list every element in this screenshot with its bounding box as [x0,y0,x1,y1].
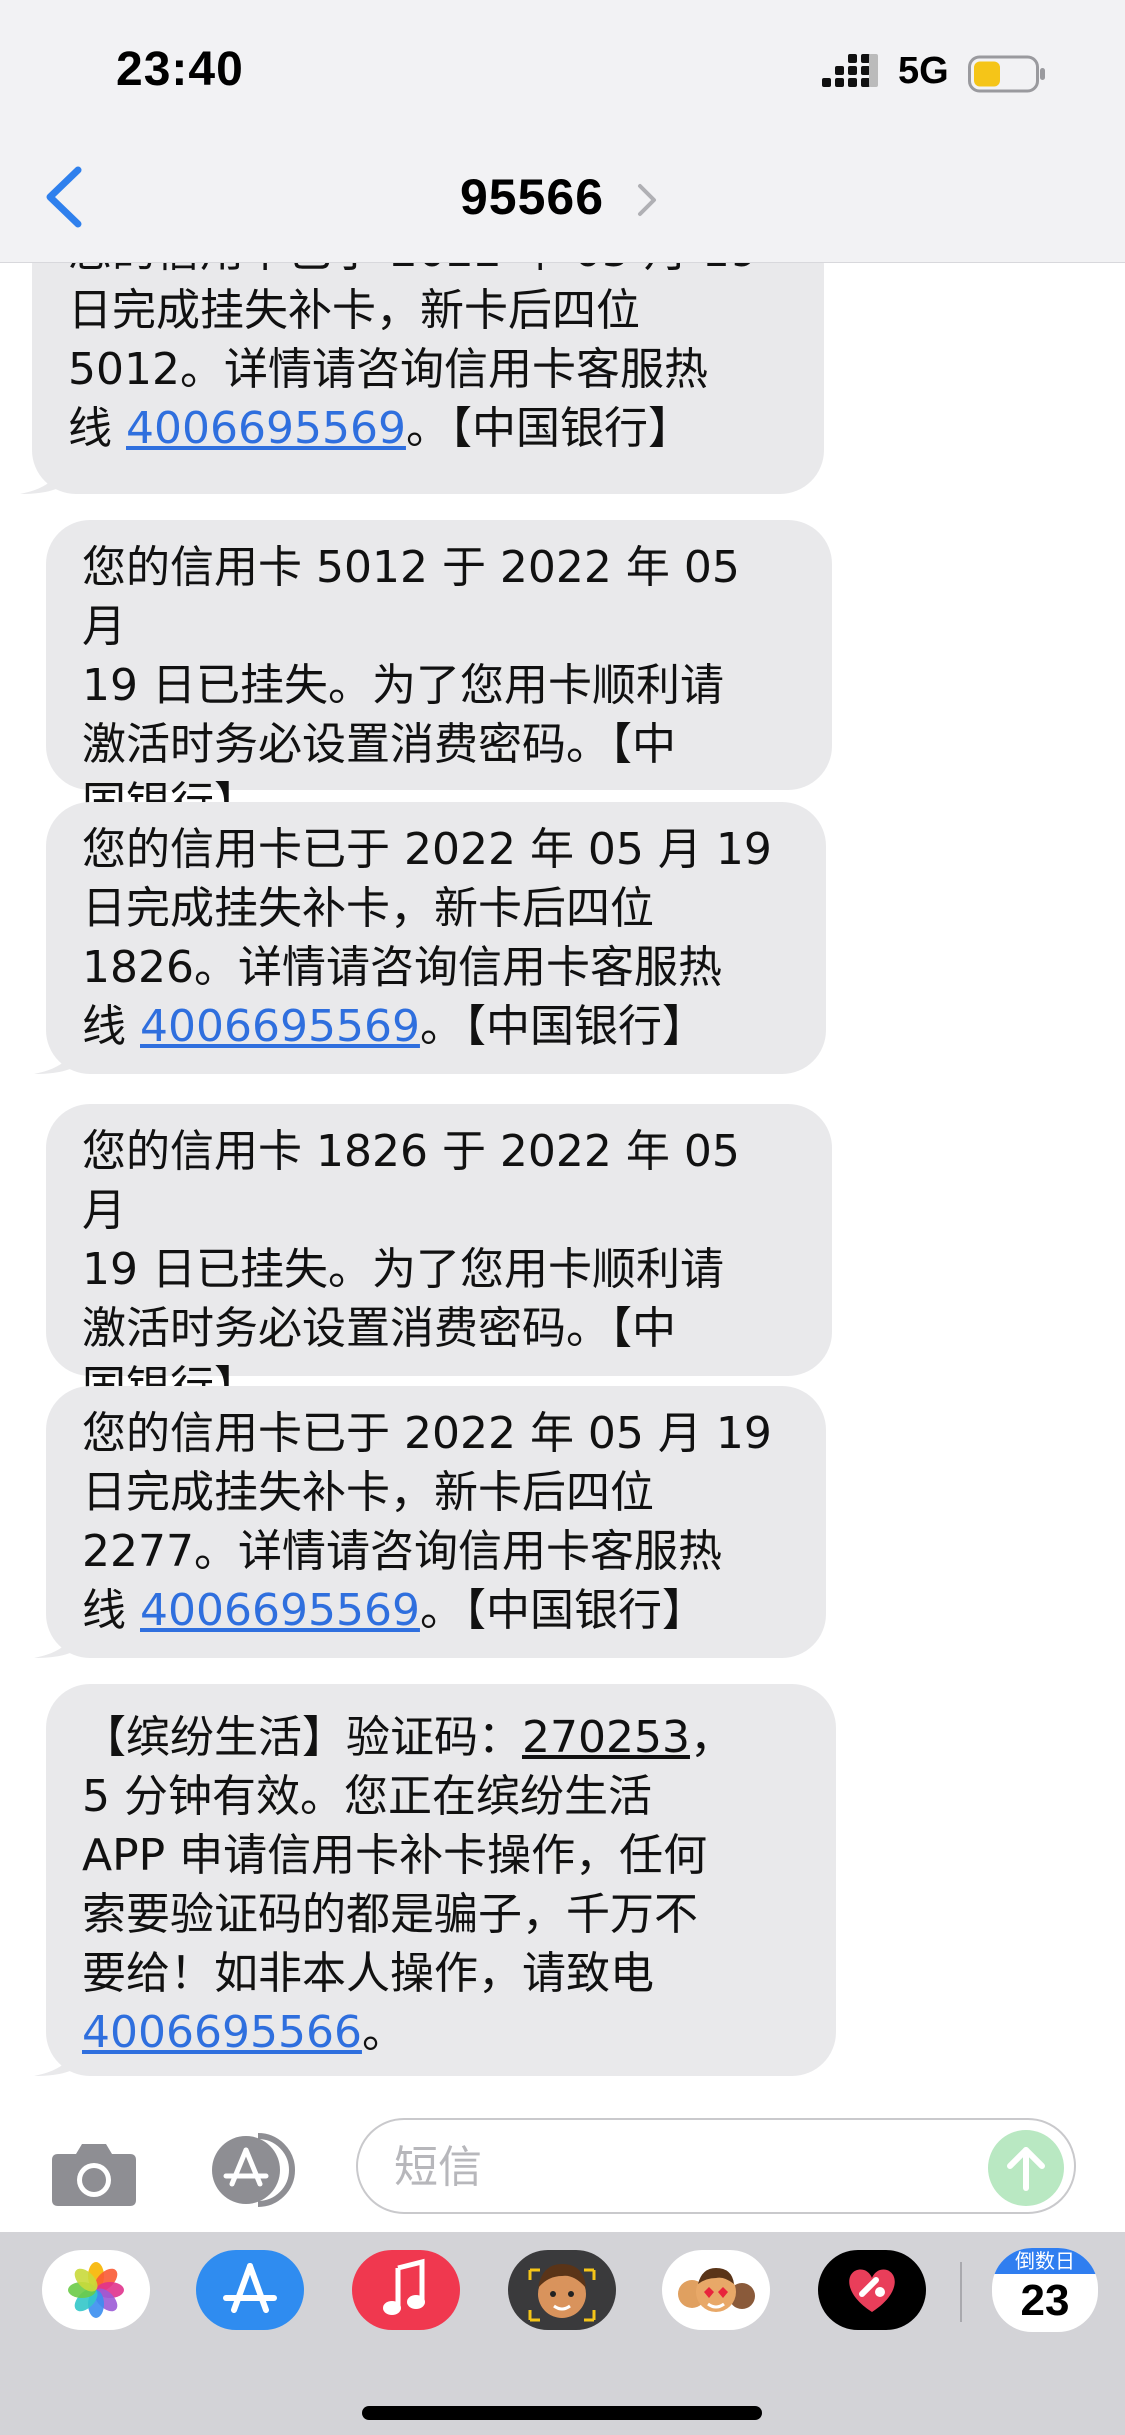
memoji-face [528,2264,596,2322]
message-bubble[interactable]: 您的信用卡 5012 于 2022 年 05 月 19 日已挂失。为了您用卡顺利… [46,520,832,829]
message-line: 2277。详情请咨询信用卡客服热 [82,1526,722,1577]
message-line: 日完成挂失补卡，新卡后四位 [82,883,654,934]
drawer-divider [960,2262,962,2322]
message-line: 您的信用卡已于 2022 年 05 月 19 [82,824,772,875]
phone-link[interactable]: 4006695569 [140,1001,420,1052]
digital-touch-icon[interactable] [818,2250,926,2330]
message-text: 线 [82,1585,140,1636]
app-store-drawer-icon[interactable] [198,2132,308,2208]
message-text: 。【中国银行】 [405,403,692,454]
navigation-header: 23:40 5G 95566 [0,0,1125,263]
message-bubble[interactable]: 【缤纷生活】验证码：270253， 5 分钟有效。您正在缤纷生活 APP 申请信… [34,1684,836,2076]
bubble-tail [20,456,64,494]
music-note [383,2258,425,2315]
photos-icon[interactable] [42,2250,150,2330]
arrow-up-icon [1007,2147,1045,2191]
countdown-calendar-icon[interactable]: 倒数日 23 [992,2248,1098,2332]
music-icon[interactable] [352,2250,460,2330]
calendar-label: 倒数日 [992,2248,1098,2274]
network-type: 5G [898,50,949,92]
message-text: 。【中国银行】 [419,1585,706,1636]
message-bubble[interactable]: 您的信用卡已于 2022 年 05 月 19 日完成挂失补卡，新卡后四位 182… [34,802,826,1074]
memoji-stickers-icon[interactable] [662,2250,770,2330]
message-text: 线 [68,403,126,454]
calendar-day: 23 [1020,2276,1070,2325]
message-line: 1826。详情请咨询信用卡客服热 [82,942,722,993]
message-bubble[interactable]: 您的信用卡已于 2022 年 05 月 19 日完成挂失补卡，新卡后四位 227… [34,1386,826,1658]
battery-icon [968,55,1045,93]
status-time: 23:40 [116,43,244,96]
app-store-glyph [223,2263,277,2313]
message-text: 您的信用卡 5012 于 2022 年 05 月 19 日已挂失。为了您用卡顺利… [82,542,740,829]
camera-icon[interactable] [50,2138,138,2208]
message-line: 日完成挂失补卡，新卡后四位 [82,1467,654,1518]
message-text: 。 [361,2007,406,2058]
cellular-signal-icon [822,54,878,87]
chevron-right-icon[interactable] [636,182,658,218]
bubble-tail [34,2038,78,2076]
message-line: 您的信用卡已于 2022 年 05 月 19 [68,262,788,281]
contact-name[interactable]: 95566 [460,168,604,226]
message-input[interactable] [392,2138,956,2196]
message-bubble[interactable]: 您的信用卡 1826 于 2022 年 05 月 19 日已挂失。为了您用卡顺利… [46,1104,832,1413]
message-thread[interactable]: 您的信用卡已于 2022 年 05 月 19 日完成挂失补卡，新卡后四位 501… [0,262,1125,2082]
message-text: 。【中国银行】 [419,1001,706,1052]
phone-link[interactable]: 4006695569 [140,1585,420,1636]
stickers-faces [678,2268,755,2312]
digital-touch-heart [849,2269,895,2312]
phone-link[interactable]: 4006695569 [126,403,406,454]
message-field[interactable] [356,2118,1076,2214]
home-indicator[interactable] [362,2406,762,2420]
message-line: 您的信用卡已于 2022 年 05 月 19 [82,1408,772,1459]
memoji-icon[interactable] [508,2250,616,2330]
message-text: 线 [82,1001,140,1052]
verification-code[interactable]: 270253 [522,1712,690,1763]
message-line: 5012。详情请咨询信用卡客服热 [68,344,708,395]
message-line: 日完成挂失补卡，新卡后四位 [68,285,640,336]
bubble-tail [34,1620,78,1658]
message-line: 线 4006695569。【中国银行】 [82,997,790,1056]
bubble-tail [34,1036,78,1074]
phone-link[interactable]: 4006695566 [82,2007,362,2058]
send-button[interactable] [988,2130,1064,2206]
message-line: 线 4006695569。【中国银行】 [68,399,788,458]
message-line: 线 4006695569。【中国银行】 [82,1581,790,1640]
compose-bar [0,2110,1125,2230]
imessage-app-drawer: 倒数日 23 [0,2232,1125,2435]
message-bubble[interactable]: 您的信用卡已于 2022 年 05 月 19 日完成挂失补卡，新卡后四位 501… [20,262,824,494]
app-store-icon[interactable] [196,2250,304,2330]
message-head: 【缤纷生活】验证码： [82,1712,522,1763]
back-chevron-icon[interactable] [40,164,88,230]
photos-flower [68,2262,124,2318]
message-text: 您的信用卡 1826 于 2022 年 05 月 19 日已挂失。为了您用卡顺利… [82,1126,740,1413]
message-text: 【缤纷生活】验证码：270253， 5 分钟有效。您正在缤纷生活 APP 申请信… [82,1708,800,2062]
